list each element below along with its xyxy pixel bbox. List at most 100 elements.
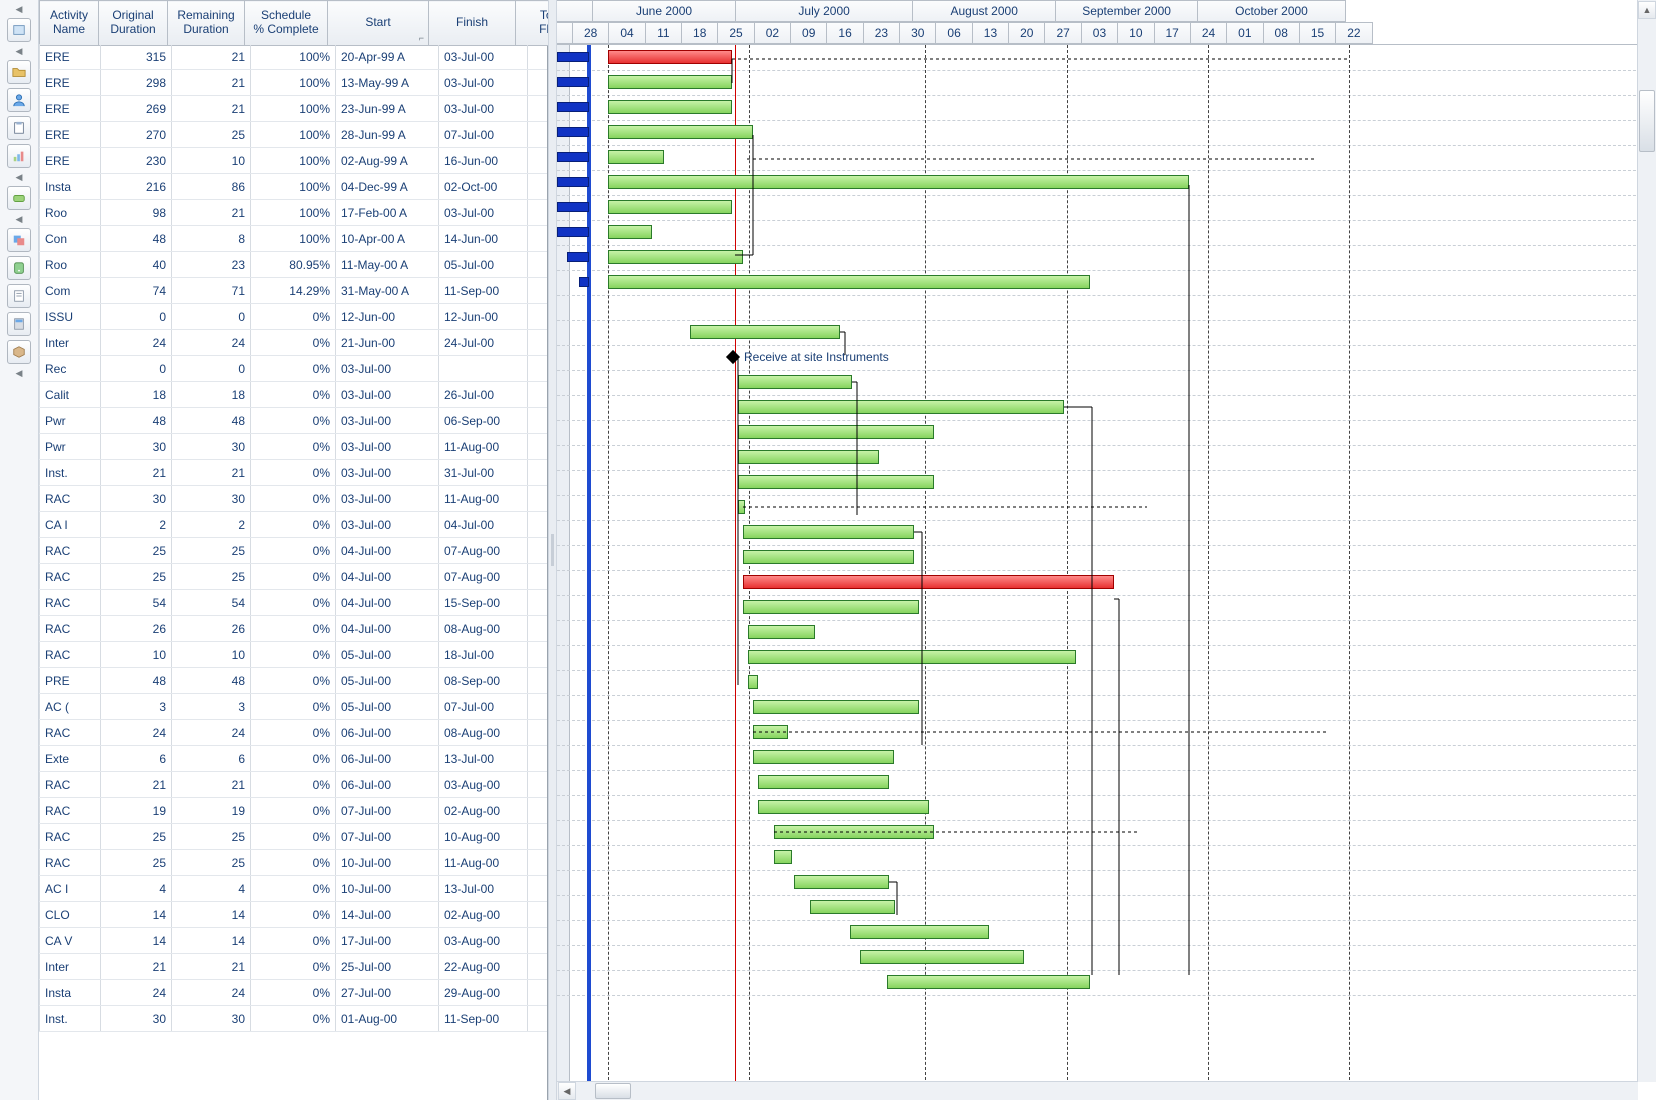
gantt-bar[interactable]	[608, 200, 732, 214]
stack-tool-icon[interactable]	[7, 228, 31, 252]
gantt-bar[interactable]	[608, 175, 1189, 189]
gantt-bar[interactable]	[738, 475, 934, 489]
progress-bar[interactable]	[557, 152, 589, 162]
table-row[interactable]: Rec000%03-Jul-0012	[40, 356, 548, 382]
gantt-bar[interactable]	[738, 425, 934, 439]
column-header-name[interactable]: ActivityName	[40, 1, 99, 46]
package-tool-icon[interactable]	[7, 340, 31, 364]
table-row[interactable]: Pwr30300%03-Jul-0011-Aug-0028	[40, 434, 548, 460]
explorer-tool-icon[interactable]	[7, 18, 31, 42]
note-tool-icon[interactable]	[7, 284, 31, 308]
gantt-bar[interactable]	[860, 950, 1024, 964]
table-row[interactable]: RAC25250%10-Jul-0011-Aug-0025	[40, 850, 548, 876]
column-header-finish[interactable]: Finish	[429, 1, 516, 46]
folder-tool-icon[interactable]	[7, 60, 31, 84]
box-tool-icon[interactable]	[7, 186, 31, 210]
gantt-bar[interactable]	[738, 500, 745, 514]
table-row[interactable]: Roo402380.95%11-May-00 A05-Jul-0029	[40, 252, 548, 278]
table-row[interactable]: RAC54540%04-Jul-0015-Sep-000	[40, 590, 548, 616]
table-row[interactable]: ERE26921100%23-Jun-99 A03-Jul-0028	[40, 96, 548, 122]
table-row[interactable]: RAC30300%03-Jul-0011-Aug-0025	[40, 486, 548, 512]
gantt-bar[interactable]	[608, 250, 743, 264]
progress-bar[interactable]	[579, 277, 589, 287]
table-row[interactable]: Com747114.29%31-May-00 A11-Sep-0027	[40, 278, 548, 304]
table-row[interactable]: ERE31521100%20-Apr-99 A03-Jul-000	[40, 44, 548, 70]
gantt-bar[interactable]	[774, 850, 792, 864]
table-row[interactable]: Calit18180%03-Jul-0026-Jul-0012	[40, 382, 548, 408]
table-row[interactable]: Pwr48480%03-Jul-0006-Sep-0010	[40, 408, 548, 434]
column-header-start[interactable]: Start⌐	[328, 1, 429, 46]
table-row[interactable]: RAC10100%05-Jul-0018-Jul-0011	[40, 642, 548, 668]
table-row[interactable]: RAC26260%04-Jul-0008-Aug-0028	[40, 616, 548, 642]
table-row[interactable]: CLO14140%14-Jul-0002-Aug-0026	[40, 902, 548, 928]
gantt-canvas[interactable]: Receive at site Instruments	[557, 45, 1656, 1100]
gantt-bar[interactable]	[743, 550, 914, 564]
scrollbar-horizontal[interactable]: ◀	[557, 1081, 1638, 1100]
gantt-bar[interactable]	[608, 150, 664, 164]
gantt-bar[interactable]	[690, 325, 840, 339]
splitter-vertical[interactable]	[548, 0, 557, 1100]
gantt-bar[interactable]	[774, 825, 934, 839]
table-row[interactable]: Roo9821100%17-Feb-00 A03-Jul-0029	[40, 200, 548, 226]
progress-bar[interactable]	[557, 127, 589, 137]
progress-bar[interactable]	[557, 102, 589, 112]
column-header-rem[interactable]: RemainingDuration	[168, 1, 245, 46]
table-row[interactable]: RAC25250%07-Jul-0010-Aug-0011	[40, 824, 548, 850]
scroll-up-icon[interactable]: ▲	[1638, 1, 1656, 19]
progress-bar[interactable]	[567, 252, 589, 262]
table-row[interactable]: Exte660%06-Jul-0013-Jul-0029	[40, 746, 548, 772]
gantt-bar[interactable]	[738, 450, 879, 464]
table-row[interactable]: AC (330%05-Jul-0007-Jul-0026	[40, 694, 548, 720]
table-row[interactable]: CA V14140%17-Jul-0003-Aug-0026	[40, 928, 548, 954]
scrollbar-vertical[interactable]: ▲	[1637, 0, 1656, 1082]
gantt-bar[interactable]	[753, 750, 894, 764]
gantt-bar[interactable]	[810, 900, 895, 914]
table-row[interactable]: AC I440%10-Jul-0013-Jul-0026	[40, 876, 548, 902]
table-row[interactable]: Inter24240%21-Jun-0024-Jul-0029	[40, 330, 548, 356]
user-tool-icon[interactable]	[7, 88, 31, 112]
scroll-left-icon[interactable]: ◀	[558, 1082, 576, 1100]
gantt-bar[interactable]	[748, 675, 758, 689]
gantt-bar[interactable]	[738, 400, 1064, 414]
caret-left-icon[interactable]: ◀	[8, 46, 30, 56]
table-row[interactable]: Inst.21210%03-Jul-0031-Jul-0027	[40, 460, 548, 486]
progress-bar[interactable]	[557, 177, 589, 187]
gantt-bar[interactable]	[608, 75, 732, 89]
table-row[interactable]: ISSU000%12-Jun-0012-Jun-0026	[40, 304, 548, 330]
phone-tool-icon[interactable]	[7, 256, 31, 280]
calc-tool-icon[interactable]	[7, 312, 31, 336]
gantt-bar[interactable]	[608, 50, 732, 64]
gantt-bar[interactable]	[758, 800, 929, 814]
gantt-bar[interactable]	[753, 725, 788, 739]
table-row[interactable]: RAC25250%04-Jul-0007-Aug-0029	[40, 538, 548, 564]
gantt-bar[interactable]	[743, 600, 919, 614]
table-row[interactable]: RAC21210%06-Jul-0003-Aug-0011	[40, 772, 548, 798]
gantt-bar[interactable]	[748, 650, 1076, 664]
scroll-thumb-v[interactable]	[1639, 90, 1655, 152]
gantt-bar[interactable]	[758, 775, 889, 789]
scroll-thumb-h[interactable]	[595, 1083, 631, 1099]
caret-left-icon[interactable]: ◀	[8, 172, 30, 182]
table-row[interactable]: Con488100%10-Apr-00 A14-Jun-0029	[40, 226, 548, 252]
table-row[interactable]: ERE23010100%02-Aug-99 A16-Jun-0023	[40, 148, 548, 174]
gantt-bar[interactable]	[608, 125, 753, 139]
table-row[interactable]: ERE29821100%13-May-99 A03-Jul-0029	[40, 70, 548, 96]
clipboard-tool-icon[interactable]	[7, 116, 31, 140]
progress-bar[interactable]	[557, 227, 589, 237]
table-row[interactable]: RAC19190%07-Jul-0002-Aug-0029	[40, 798, 548, 824]
gantt-bar[interactable]	[608, 100, 732, 114]
column-header-orig[interactable]: OriginalDuration	[99, 1, 168, 46]
gantt-bar[interactable]	[608, 225, 652, 239]
table-row[interactable]: Insta24240%27-Jul-0029-Aug-0012	[40, 980, 548, 1006]
column-header-pct[interactable]: Schedule% Complete	[245, 1, 328, 46]
table-row[interactable]: Insta21686100%04-Dec-99 A02-Oct-0015	[40, 174, 548, 200]
progress-bar[interactable]	[557, 77, 589, 87]
caret-left-icon[interactable]: ◀	[8, 214, 30, 224]
table-row[interactable]: Inter21210%25-Jul-0022-Aug-0029	[40, 954, 548, 980]
table-row[interactable]: RAC25250%04-Jul-0007-Aug-0011	[40, 564, 548, 590]
gantt-bar[interactable]	[850, 925, 989, 939]
table-row[interactable]: ERE27025100%28-Jun-99 A07-Jul-0025	[40, 122, 548, 148]
gantt-bar[interactable]	[794, 875, 889, 889]
gantt-bar[interactable]	[887, 975, 1090, 989]
gantt-bar[interactable]	[743, 525, 914, 539]
